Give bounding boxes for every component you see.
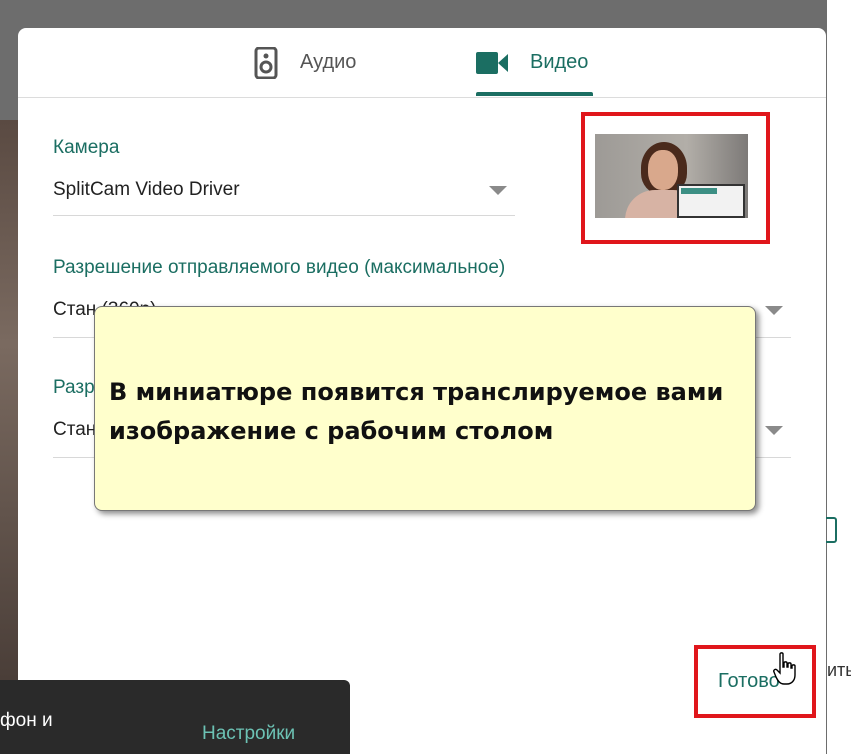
receive-resolution-label: Разр <box>53 377 95 398</box>
toast-settings-button[interactable]: Настройки <box>202 723 295 745</box>
send-resolution-chevron-down-icon[interactable] <box>765 306 783 315</box>
background-panel-right <box>827 0 851 754</box>
receive-resolution-chevron-down-icon[interactable] <box>765 426 783 435</box>
camera-chevron-down-icon[interactable] <box>489 186 507 195</box>
tab-audio-label: Аудио <box>300 51 357 73</box>
notification-toast: фон и Настройки <box>0 680 350 754</box>
instruction-callout: В миниатюре появится транслируемое вами … <box>94 306 756 511</box>
camera-preview-thumbnail <box>595 134 748 218</box>
done-button[interactable]: Готово <box>718 670 780 693</box>
toast-message: фон и <box>0 710 53 731</box>
callout-line-1: В миниатюре появится транслируемое вами <box>109 378 724 406</box>
hand-cursor-icon <box>773 652 796 685</box>
tab-audio[interactable]: Аудио <box>254 28 356 97</box>
callout-line-2: изображение с рабочим столом <box>109 417 554 445</box>
background-right-text: ить <box>827 660 851 680</box>
camera-label: Камера <box>53 137 120 158</box>
send-resolution-label: Разрешение отправляемого видео (максимал… <box>53 257 506 278</box>
camera-select[interactable]: SplitCam Video Driver <box>53 179 473 201</box>
tab-video-label: Видео <box>530 51 589 73</box>
tab-video[interactable]: Видео <box>476 28 588 97</box>
camera-underline <box>53 215 515 216</box>
settings-tabs: Аудио Видео <box>18 28 826 98</box>
video-camera-icon <box>476 51 508 74</box>
speaker-icon <box>254 46 278 79</box>
tab-video-indicator <box>476 92 593 96</box>
